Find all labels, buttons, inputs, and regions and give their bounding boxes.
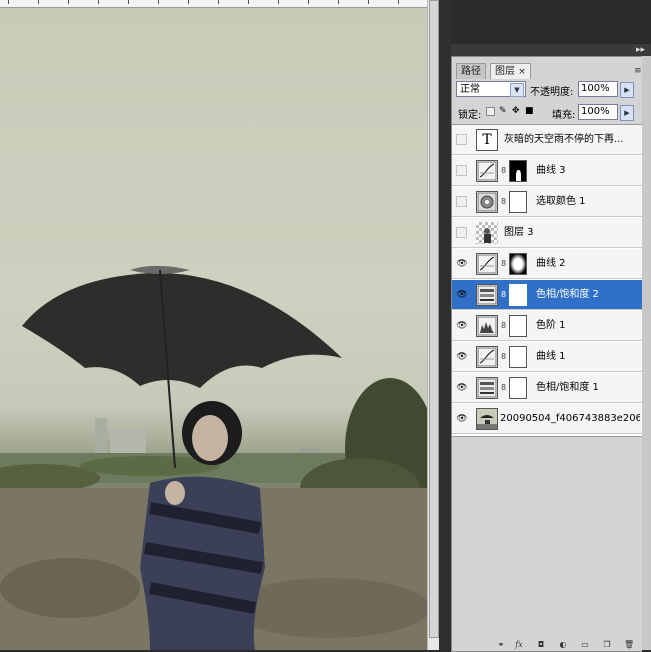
layer-row-hue-saturation-1[interactable]: 👁 8 色相/饱和度 1 [452, 373, 642, 403]
layers-panel: 路径 图层 × ≡ 正常 ▼ 不透明度: 100% ▶ 锁定: ✎ ✥ ■ 填充… [451, 56, 642, 652]
lock-image-icon[interactable]: ✎ [499, 107, 508, 116]
pixel-layer-thumb [476, 222, 498, 244]
curves-adjustment-icon [476, 346, 498, 368]
fill-input[interactable]: 100% [578, 104, 618, 120]
layer-mask-thumb [509, 253, 527, 275]
levels-adjustment-icon [476, 315, 498, 337]
tab-layers[interactable]: 图层 × [490, 63, 531, 79]
layer-row-levels-1[interactable]: 👁 8 色阶 1 [452, 311, 642, 341]
fill-label: 填充: [552, 110, 576, 121]
layer-name: 曲线 3 [536, 165, 566, 176]
lock-transparency-icon[interactable] [486, 107, 495, 116]
eye-icon[interactable]: 👁 [455, 288, 469, 302]
layer-name: 曲线 1 [536, 351, 566, 362]
layer-mask-thumb [509, 191, 527, 213]
hue-saturation-icon [476, 284, 498, 306]
fill-slider-arrow-icon[interactable]: ▶ [620, 105, 634, 121]
panel-menu-icon[interactable]: ≡ [634, 66, 642, 76]
visibility-toggle[interactable] [456, 134, 467, 145]
link-icon[interactable]: 8 [500, 196, 507, 208]
lock-label: 锁定: [458, 110, 482, 121]
opacity-value: 100% [581, 83, 610, 94]
tab-close-icon[interactable]: × [518, 67, 526, 77]
trash-icon[interactable]: 🗑 [624, 640, 634, 650]
blend-row: 正常 ▼ 不透明度: 100% ▶ [456, 81, 638, 99]
fx-icon[interactable]: fx [514, 640, 524, 650]
layer-list: T 灰暗的天空雨不停的下再... 8 曲线 3 8 选取颜色 1 图层 3 👁 … [452, 124, 642, 437]
lock-position-icon[interactable]: ✥ [512, 107, 521, 116]
link-icon[interactable]: 8 [500, 258, 507, 270]
panel-dock-header[interactable]: ▸▸ [451, 44, 651, 56]
photo-scene [0, 265, 427, 650]
link-icon[interactable]: 8 [500, 382, 507, 394]
layer-row-curves-2[interactable]: 👁 8 曲线 2 [452, 249, 642, 279]
layer-name: 色相/饱和度 2 [536, 289, 599, 300]
link-icon[interactable]: 8 [500, 289, 507, 301]
layer-row-layer-3[interactable]: 图层 3 [452, 218, 642, 248]
visibility-toggle[interactable] [456, 196, 467, 207]
layer-mask-thumb [509, 377, 527, 399]
image-layer-thumb [476, 408, 498, 430]
layer-row-curves-1[interactable]: 👁 8 曲线 1 [452, 342, 642, 372]
layer-mask-thumb [509, 284, 527, 306]
link-icon[interactable]: 8 [500, 351, 507, 363]
tab-paths[interactable]: 路径 [456, 63, 486, 79]
link-icon[interactable]: 8 [500, 320, 507, 332]
visibility-toggle[interactable] [456, 165, 467, 176]
collapse-panel-icon[interactable]: ▸▸ [636, 46, 645, 55]
layer-name: 图层 3 [504, 227, 534, 238]
opacity-label: 不透明度: [530, 87, 574, 98]
layer-name: 色相/饱和度 1 [536, 382, 599, 393]
tab-label: 路径 [461, 66, 481, 77]
layer-mask-thumb [509, 346, 527, 368]
curves-adjustment-icon [476, 253, 498, 275]
document-canvas[interactable] [0, 0, 427, 650]
eye-icon[interactable]: 👁 [455, 350, 469, 364]
adjustment-layer-icon[interactable]: ◐ [558, 640, 568, 650]
curves-adjustment-icon [476, 160, 498, 182]
layer-row-hue-saturation-2[interactable]: 👁 8 色相/饱和度 2 [452, 280, 642, 310]
layer-mask-thumb [509, 160, 527, 182]
panel-dock-edge [641, 56, 651, 650]
text-layer-icon: T [476, 129, 498, 151]
photo-image [0, 8, 427, 650]
eye-icon[interactable]: 👁 [455, 257, 469, 271]
workspace-gap [439, 0, 451, 650]
hue-saturation-icon [476, 377, 498, 399]
layer-name: 20090504_f406743883e206b6... [500, 413, 640, 424]
new-group-icon[interactable]: ▭ [580, 640, 590, 650]
layer-name: 色阶 1 [536, 320, 566, 331]
layer-mask-thumb [509, 315, 527, 337]
opacity-slider-arrow-icon[interactable]: ▶ [620, 82, 634, 98]
eye-icon[interactable]: 👁 [455, 381, 469, 395]
panel-tabs: 路径 图层 × [452, 63, 642, 79]
chevron-down-icon[interactable]: ▼ [510, 83, 524, 97]
link-icon[interactable]: 8 [500, 165, 507, 177]
blend-mode-select[interactable]: 正常 ▼ [456, 81, 526, 97]
selective-color-icon [476, 191, 498, 213]
new-layer-icon[interactable]: ❐ [602, 640, 612, 650]
layer-name: 灰暗的天空雨不停的下再... [504, 134, 624, 145]
layer-row-text[interactable]: T 灰暗的天空雨不停的下再... [452, 125, 642, 155]
link-icon[interactable]: ⚭ [496, 640, 506, 650]
layer-row-background[interactable]: 👁 20090504_f406743883e206b6... [452, 404, 642, 434]
add-mask-icon[interactable]: ◘ [536, 640, 546, 650]
vertical-scrollbar[interactable] [427, 0, 439, 650]
fill-value: 100% [581, 106, 610, 117]
tab-label: 图层 [495, 66, 515, 77]
lock-row: 锁定: ✎ ✥ ■ 填充: 100% ▶ [456, 103, 638, 121]
layer-name: 选取颜色 1 [536, 196, 586, 207]
panel-footer: ⚭ fx ◘ ◐ ▭ ❐ 🗑 [452, 640, 642, 651]
layer-name: 曲线 2 [536, 258, 566, 269]
opacity-input[interactable]: 100% [578, 81, 618, 97]
horizontal-ruler [0, 0, 427, 8]
eye-icon[interactable]: 👁 [455, 319, 469, 333]
eye-icon[interactable]: 👁 [455, 412, 469, 426]
visibility-toggle[interactable] [456, 227, 467, 238]
layer-row-selective-color-1[interactable]: 8 选取颜色 1 [452, 187, 642, 217]
layer-row-curves-3[interactable]: 8 曲线 3 [452, 156, 642, 186]
lock-all-icon[interactable]: ■ [525, 107, 534, 116]
blend-mode-value: 正常 [460, 84, 480, 95]
scrollbar-thumb[interactable] [429, 0, 439, 638]
